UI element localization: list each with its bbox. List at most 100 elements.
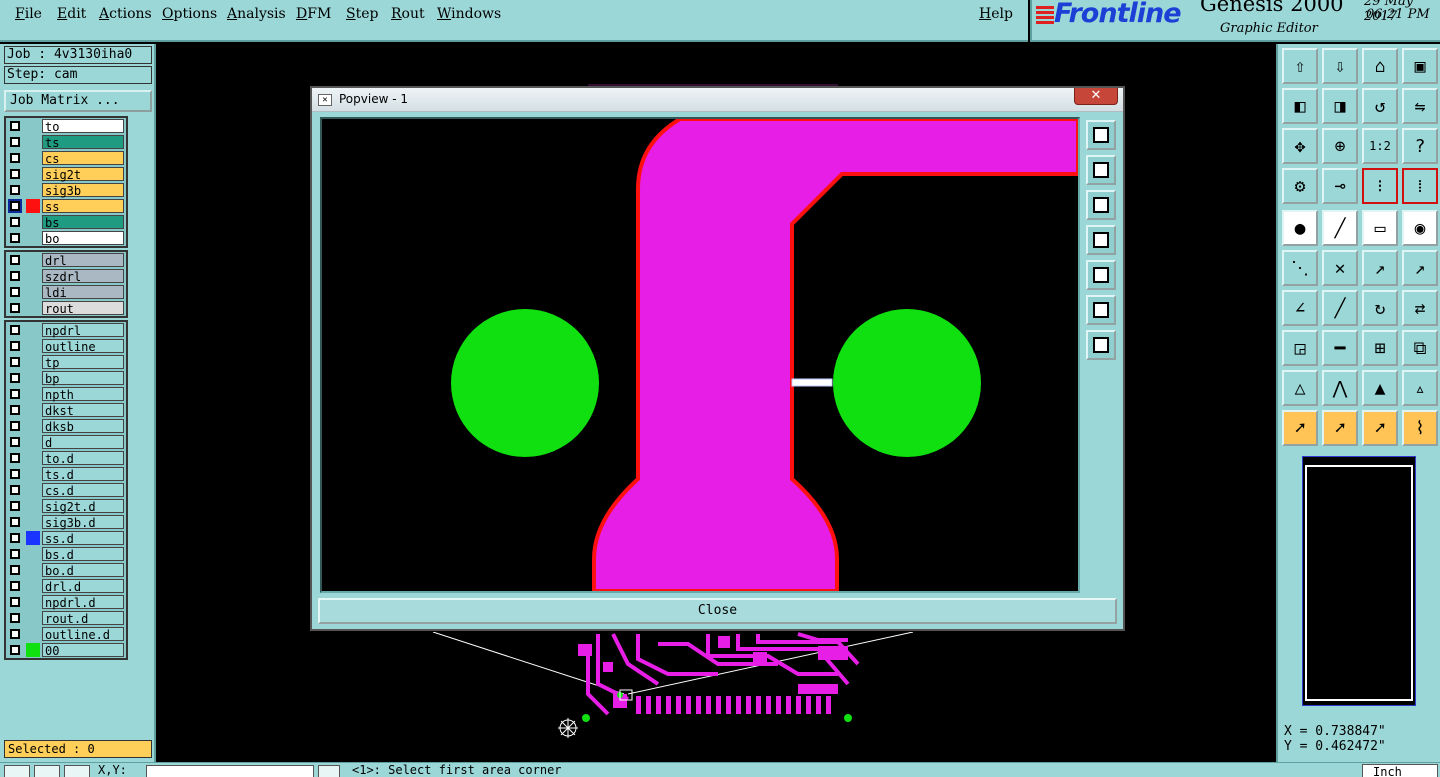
layer-color-swatch[interactable] (26, 451, 40, 465)
layer-checkbox[interactable] (10, 325, 20, 335)
layer-name[interactable]: outline (42, 339, 124, 354)
angle-tool-button[interactable]: ∠ (1282, 290, 1318, 326)
menu-rout[interactable]: Rout (391, 6, 425, 22)
layer-checkbox[interactable] (10, 217, 20, 227)
connect-tool-button[interactable]: ⋱ (1282, 250, 1318, 286)
layer-checkbox[interactable] (10, 485, 20, 495)
layer-row[interactable]: drl (6, 252, 126, 268)
layer-color-swatch[interactable] (26, 199, 40, 213)
layer-color-swatch[interactable] (26, 387, 40, 401)
layer-checkbox[interactable] (10, 373, 20, 383)
layer-row[interactable]: outline (6, 338, 126, 354)
arc-tool-button[interactable]: ↻ (1362, 290, 1398, 326)
layer-name[interactable]: rout.d (42, 611, 124, 626)
layer-row[interactable]: sig3b.d (6, 514, 126, 530)
layer-color-swatch[interactable] (26, 483, 40, 497)
layer-name[interactable]: bp (42, 371, 124, 386)
layer-name[interactable]: ss (42, 199, 124, 214)
layer-name[interactable]: dksb (42, 419, 124, 434)
layer-checkbox[interactable] (10, 581, 20, 591)
layer-row[interactable]: ss (6, 198, 126, 214)
layer-color-swatch[interactable] (26, 547, 40, 561)
popview-zoom-fit-button[interactable] (1086, 295, 1116, 325)
layer-row[interactable]: d (6, 434, 126, 450)
layer-color-swatch[interactable] (26, 167, 40, 181)
layer-name[interactable]: dkst (42, 403, 124, 418)
layer-row[interactable]: ts (6, 134, 126, 150)
layer-row[interactable]: outline.d (6, 626, 126, 642)
popview-zoom-center-button[interactable] (1086, 330, 1116, 360)
move-dot-tool-button[interactable]: ↗ (1362, 250, 1398, 286)
layer-color-swatch[interactable] (26, 371, 40, 385)
ruler-tool-button[interactable]: ▭ (1362, 210, 1398, 246)
layer-name[interactable]: npdrl.d (42, 595, 124, 610)
popview-pan-right-button[interactable] (1086, 260, 1116, 290)
scale-tool-button[interactable]: 1:2 (1362, 128, 1398, 164)
popview-pan-up-button[interactable] (1086, 155, 1116, 185)
layer-row[interactable]: cs (6, 150, 126, 166)
layer-name[interactable]: drl (42, 253, 124, 268)
window-tool-button[interactable]: ▣ (1402, 48, 1438, 84)
layer-checkbox[interactable] (10, 597, 20, 607)
layer-row[interactable]: bo.d (6, 562, 126, 578)
pan-left-tool-button[interactable]: ◧ (1282, 88, 1318, 124)
pad-add-tool-button[interactable]: ● (1282, 210, 1318, 246)
triangle-tool-button[interactable]: △ (1282, 370, 1318, 406)
layer-color-swatch[interactable] (26, 515, 40, 529)
download-tool-button[interactable]: ⇩ (1322, 48, 1358, 84)
layer-row[interactable]: to.d (6, 450, 126, 466)
triangle-filled-tool-button[interactable]: ▲ (1362, 370, 1398, 406)
line-add-tool-button[interactable]: ╱ (1322, 210, 1358, 246)
group-tool-button[interactable]: ⧉ (1402, 330, 1438, 366)
settings-tool-button[interactable]: ⚙ (1282, 168, 1318, 204)
key-tool-button[interactable]: ⊸ (1322, 168, 1358, 204)
menu-windows[interactable]: Windows (437, 6, 501, 22)
zoom-fit-tool-button[interactable]: ✥ (1282, 128, 1318, 164)
layer-color-swatch[interactable] (26, 269, 40, 283)
layer-checkbox[interactable] (10, 421, 20, 431)
snap-tool-button[interactable]: ◲ (1282, 330, 1318, 366)
menu-options[interactable]: Options (162, 6, 217, 22)
popview-close-x-button[interactable]: ✕ (1074, 88, 1118, 105)
popview-pan-down-button[interactable] (1086, 190, 1116, 220)
layer-checkbox[interactable] (10, 453, 20, 463)
layer-name[interactable]: sig2t.d (42, 499, 124, 514)
pointer-tool-button[interactable]: ➚ (1282, 410, 1318, 446)
layer-name[interactable]: d (42, 435, 124, 450)
layer-color-swatch[interactable] (26, 563, 40, 577)
layer-color-swatch[interactable] (26, 119, 40, 133)
measure-tool-button[interactable]: ⊞ (1362, 330, 1398, 366)
layer-name[interactable]: ss.d (42, 531, 124, 546)
layer-checkbox[interactable] (10, 533, 20, 543)
layer-color-swatch[interactable] (26, 643, 40, 657)
layer-row[interactable]: ts.d (6, 466, 126, 482)
circle-select-tool-button[interactable]: ◉ (1402, 210, 1438, 246)
layer-name[interactable]: outline.d (42, 627, 124, 642)
layer-color-swatch[interactable] (26, 339, 40, 353)
layer-checkbox[interactable] (10, 469, 20, 479)
unit-select[interactable]: Inch (1362, 764, 1438, 777)
layer-name[interactable]: npth (42, 387, 124, 402)
layer-color-swatch[interactable] (26, 419, 40, 433)
layer-row[interactable]: bs.d (6, 546, 126, 562)
layer-row[interactable]: dkst (6, 402, 126, 418)
layer-color-swatch[interactable] (26, 595, 40, 609)
layer-color-swatch[interactable] (26, 611, 40, 625)
status-button-3[interactable] (64, 765, 90, 777)
layer-row[interactable]: to (6, 118, 126, 134)
layer-name[interactable]: ldi (42, 285, 124, 300)
route-tool-button[interactable]: ⌇ (1402, 410, 1438, 446)
layer-checkbox[interactable] (10, 613, 20, 623)
layer-checkbox[interactable] (10, 255, 20, 265)
layer-color-swatch[interactable] (26, 135, 40, 149)
layer-row[interactable]: rout (6, 300, 126, 316)
pointer-octagon-tool-button[interactable]: ➚ (1362, 410, 1398, 446)
layer-name[interactable]: cs.d (42, 483, 124, 498)
layer-row[interactable]: bs (6, 214, 126, 230)
layer-color-swatch[interactable] (26, 231, 40, 245)
help-tool-button[interactable]: ? (1402, 128, 1438, 164)
layer-color-swatch[interactable] (26, 355, 40, 369)
slash-tool-button[interactable]: ╱ (1322, 290, 1358, 326)
layer-checkbox[interactable] (10, 233, 20, 243)
overview-window[interactable] (1302, 456, 1416, 706)
